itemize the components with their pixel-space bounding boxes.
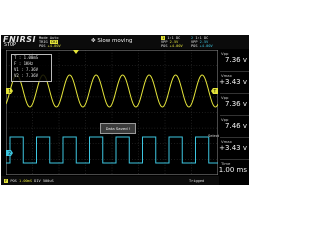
ch2-square-trace	[6, 136, 218, 164]
panel-cell-vmax-2[interactable]: Vmax +3.43 v	[219, 138, 249, 160]
v2-readout: V2 : 7.36V	[14, 73, 39, 78]
panel-cell-vpp-2[interactable]: Vpp 7.36 v	[220, 94, 249, 116]
panel-cell-value: +3.43 v	[219, 144, 247, 152]
bottom-div-label: DIV	[34, 178, 41, 183]
panel-cell-value: 7.46 v	[225, 122, 247, 130]
trigger-level-marker[interactable]: T	[211, 88, 218, 95]
select-label[interactable]: Select	[208, 134, 219, 138]
bottom-left-block[interactable]: F POS 1.00mS DIV 500uS	[4, 178, 54, 183]
ch2-pos-label: POS	[191, 44, 198, 48]
data-saved-popup: Data Saved !	[100, 123, 136, 134]
top-status-bar: FNIRSI STOP Mode Auto TRIG CH1 POS +4.00…	[1, 35, 249, 49]
panel-cell-value: 1.00 ms	[218, 166, 247, 174]
panel-cell-vmax-1[interactable]: Vmax +3.43 v	[219, 72, 249, 94]
move-arrows-icon: ✥	[91, 38, 96, 44]
bottom-status-bar: F POS 1.00mS DIV 500uS Trigged	[1, 176, 219, 185]
ch1-pos: +4.00V	[169, 44, 183, 48]
ch1-pos-label: POS	[161, 44, 168, 48]
trigger-marker[interactable]	[73, 50, 79, 54]
bottom-pos-value: 1.00mS	[19, 178, 32, 183]
trig-marker-label: T	[213, 89, 217, 95]
bottom-pos-label: POS	[10, 178, 17, 183]
pos-label: POS	[39, 44, 46, 48]
slow-moving-label: Slow moving	[97, 38, 133, 44]
measurement-box: T : 1.00mS F : 1KHz V1 : 7.36V V2 : 7.36…	[11, 54, 52, 82]
panel-cell-vpp-1[interactable]: Vpp 7.36 v	[220, 50, 249, 72]
ch2-level-marker[interactable]: 2	[6, 150, 13, 157]
bottom-tag: F	[4, 178, 9, 183]
panel-cell-value: 7.36 v	[225, 56, 247, 64]
ch1-marker-label: 1	[8, 89, 11, 95]
trigger-mode-block[interactable]: Mode Auto TRIG CH1 POS +4.00V	[39, 36, 61, 48]
run-state-label[interactable]: STOP	[4, 42, 16, 48]
measurement-panel: Vpp 7.36 v Vmax +3.43 v Vpp 7.36 v Vpp 7…	[218, 50, 249, 185]
panel-cell-value: +3.43 v	[219, 78, 247, 86]
ch2-settings-block[interactable]: 2 1:1 DC VPP 2.5V POS +4.00V	[191, 36, 213, 48]
ch2-pos: +4.00V	[199, 44, 213, 48]
ch1-level-marker[interactable]: 1	[6, 88, 13, 95]
trigger-status: Trigged	[189, 178, 205, 183]
slow-moving-indicator[interactable]: ✥ Slow moving	[91, 38, 132, 44]
bottom-div-value: 500uS	[42, 178, 54, 183]
panel-cell-time[interactable]: Time 1.00 ms	[218, 160, 249, 184]
ch1-settings-block[interactable]: 1 1:1 DC VPP 2.5V POS +4.00V	[161, 36, 183, 48]
pos-value: +4.00V	[47, 44, 61, 48]
panel-cell-value: 7.36 v	[225, 100, 247, 108]
ch2-marker-label: 2	[8, 151, 11, 157]
panel-cell-vpp-3[interactable]: Vpp 7.46 v	[220, 116, 249, 138]
oscilloscope-screen: FNIRSI STOP Mode Auto TRIG CH1 POS +4.00…	[1, 35, 249, 185]
